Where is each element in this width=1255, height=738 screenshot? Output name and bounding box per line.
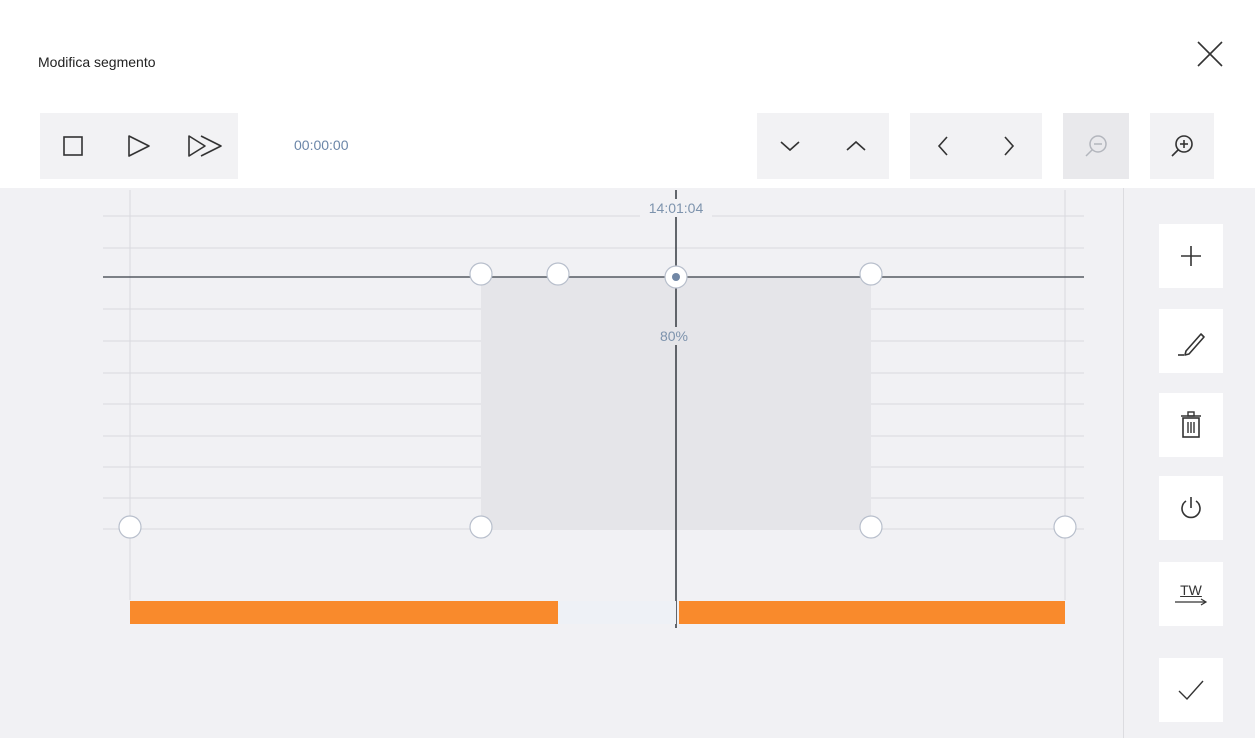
trash-icon [1181, 411, 1201, 438]
add-button[interactable] [1159, 224, 1223, 288]
envelope-handle[interactable] [118, 515, 142, 539]
envelope-handle[interactable] [469, 515, 493, 539]
segment-bar-left[interactable] [130, 601, 558, 624]
envelope-handle[interactable] [859, 515, 883, 539]
plus-icon [1181, 246, 1201, 266]
segment-gap [558, 601, 676, 624]
edit-button[interactable] [1159, 309, 1223, 373]
side-panel-divider [1123, 188, 1124, 738]
delete-button[interactable] [1159, 393, 1223, 457]
cursor-time-label: 14:01:04 [649, 200, 704, 216]
tw-button[interactable]: TW [1159, 562, 1223, 626]
confirm-button[interactable] [1159, 658, 1223, 722]
selected-handle-dot [672, 273, 680, 281]
level-label: 80% [660, 328, 688, 344]
envelope-timeline[interactable]: 14:01:04 80% [0, 0, 1255, 738]
power-icon [1181, 497, 1201, 519]
tw-label: TW [1180, 582, 1202, 598]
pencil-icon [1178, 333, 1205, 356]
checkmark-icon [1178, 680, 1204, 701]
arrow-right-icon [1175, 598, 1208, 606]
envelope-handle[interactable] [469, 262, 493, 286]
envelope-handle[interactable] [859, 262, 883, 286]
segment-bar-right[interactable] [679, 601, 1065, 624]
edit-segment-dialog: Modifica segmento 00:00:00 14:01:04 80% … [0, 0, 1255, 738]
envelope-handle[interactable] [1053, 515, 1077, 539]
power-button[interactable] [1159, 476, 1223, 540]
envelope-handle[interactable] [546, 262, 570, 286]
